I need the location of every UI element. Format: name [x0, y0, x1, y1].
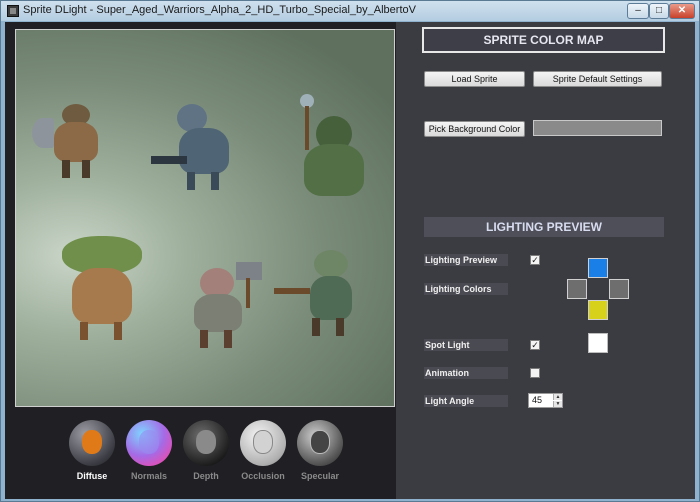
depth-label: Depth: [193, 471, 219, 481]
diffuse-orb-icon: [69, 420, 115, 466]
settings-panel: SPRITE COLOR MAP Load Sprite Sprite Defa…: [396, 22, 695, 499]
minimize-button[interactable]: –: [627, 3, 649, 19]
sprite-dwarf-hammer: [182, 254, 268, 350]
sprite-goblin-crossbow: [274, 244, 374, 348]
diffuse-mode-button[interactable]: Diffuse: [65, 418, 119, 490]
lighting-preview-header: LIGHTING PREVIEW: [424, 217, 664, 237]
light-color-bottom-swatch[interactable]: [588, 300, 608, 320]
spot-light-color-swatch[interactable]: [588, 333, 608, 353]
lighting-preview-label: Lighting Preview: [424, 254, 508, 266]
animation-label: Animation: [424, 367, 508, 379]
maximize-button[interactable]: □: [649, 3, 669, 19]
window-title: Sprite DLight - Super_Aged_Warriors_Alph…: [23, 4, 416, 16]
app-icon[interactable]: [7, 5, 19, 17]
occlusion-mode-button[interactable]: Occlusion: [236, 418, 290, 490]
occlusion-label: Occlusion: [241, 471, 285, 481]
normals-mode-button[interactable]: Normals: [122, 418, 176, 490]
spot-light-label: Spot Light: [424, 339, 508, 351]
specular-orb-icon: [297, 420, 343, 466]
specular-mode-button[interactable]: Specular: [293, 418, 347, 490]
sprite-hooded-mage: [278, 94, 374, 204]
depth-mode-button[interactable]: Depth: [179, 418, 233, 490]
light-color-right-swatch[interactable]: [609, 279, 629, 299]
sprite-werewolf: [151, 100, 251, 200]
spin-up-arrow-icon[interactable]: ▲: [553, 394, 562, 400]
load-sprite-button[interactable]: Load Sprite: [424, 71, 525, 87]
light-color-top-swatch[interactable]: [588, 258, 608, 278]
render-mode-bar: Diffuse Normals Depth Occlusion Specular: [65, 418, 345, 490]
client-area: Diffuse Normals Depth Occlusion Specular…: [5, 22, 695, 499]
sprite-tree-ent: [56, 236, 148, 346]
sprite-default-settings-button[interactable]: Sprite Default Settings: [533, 71, 662, 87]
depth-orb-icon: [183, 420, 229, 466]
normals-label: Normals: [130, 471, 167, 481]
sprite-color-map-header: SPRITE COLOR MAP: [422, 27, 665, 53]
background-color-swatch[interactable]: [533, 120, 662, 136]
diffuse-label: Diffuse: [76, 471, 108, 481]
light-color-left-swatch[interactable]: [567, 279, 587, 299]
light-angle-label: Light Angle: [424, 395, 508, 407]
sprite-preview-canvas[interactable]: [15, 29, 395, 407]
animation-checkbox[interactable]: [530, 368, 540, 378]
lighting-colors-label: Lighting Colors: [424, 283, 508, 295]
sprite-orc-axe: [32, 98, 106, 184]
close-button[interactable]: ✕: [669, 3, 695, 19]
lighting-preview-checkbox[interactable]: ✓: [530, 255, 540, 265]
light-angle-value[interactable]: 45: [532, 395, 542, 405]
specular-label: Specular: [300, 471, 340, 481]
title-bar[interactable]: Sprite DLight - Super_Aged_Warriors_Alph…: [1, 1, 699, 21]
preview-panel: Diffuse Normals Depth Occlusion Specular: [5, 22, 396, 499]
spin-down-arrow-icon[interactable]: ▼: [553, 401, 562, 407]
app-window: Sprite DLight - Super_Aged_Warriors_Alph…: [0, 0, 700, 502]
light-angle-spinner[interactable]: 45 ▲ ▼: [528, 393, 563, 408]
occlusion-orb-icon: [240, 420, 286, 466]
pick-background-color-button[interactable]: Pick Background Color: [424, 121, 525, 137]
normals-orb-icon: [126, 420, 172, 466]
spot-light-checkbox[interactable]: ✓: [530, 340, 540, 350]
